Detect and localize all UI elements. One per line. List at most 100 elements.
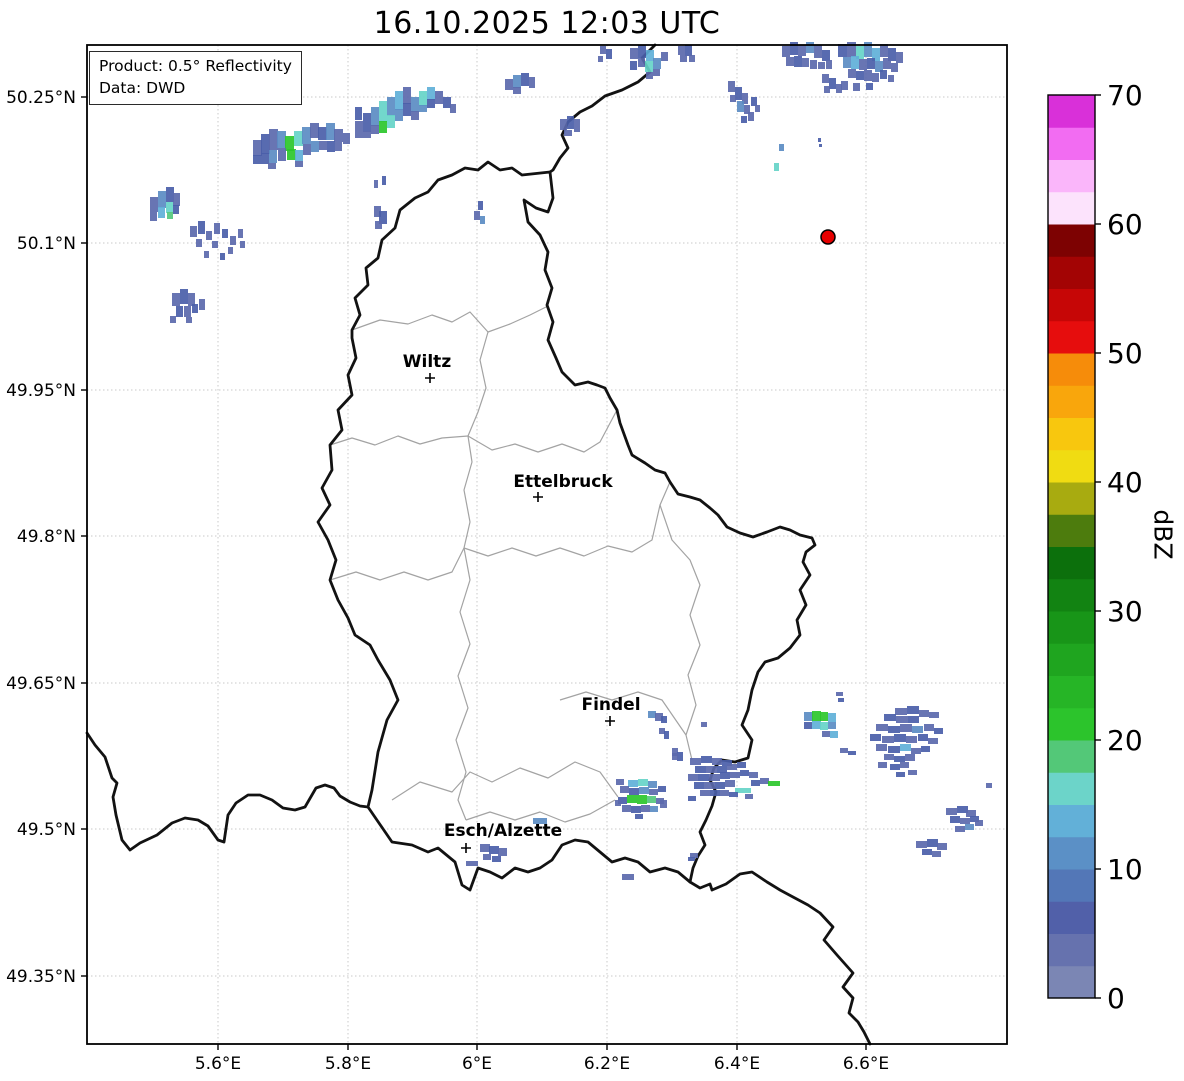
radar-echo-cell bbox=[631, 806, 641, 813]
radar-echo-cell bbox=[720, 790, 729, 796]
radar-echo-cell bbox=[176, 306, 183, 317]
radar-echo-cell bbox=[843, 57, 851, 68]
radar-echo-cell bbox=[798, 45, 806, 56]
radar-echo-cell bbox=[890, 764, 900, 770]
radar-echo-cell bbox=[745, 794, 753, 799]
radar-echo-cell bbox=[689, 55, 695, 62]
radar-echo-cell bbox=[908, 770, 917, 775]
radar-echo-cell bbox=[649, 789, 658, 795]
radar-echo-cell bbox=[802, 58, 809, 67]
y-tick-label: 50.25°N bbox=[6, 88, 76, 108]
radar-echo-cell bbox=[916, 841, 927, 848]
radar-echo-cell bbox=[701, 722, 707, 727]
colorbar-band bbox=[1048, 901, 1095, 934]
radar-echo-cell bbox=[880, 70, 887, 79]
radar-echo-cell bbox=[598, 56, 603, 62]
radar-echo-cell bbox=[740, 770, 749, 776]
colorbar-band bbox=[1048, 740, 1095, 773]
radar-echo-cell bbox=[638, 779, 648, 786]
radar-echo-cell bbox=[450, 104, 456, 113]
radar-echo-cell bbox=[150, 197, 158, 212]
radar-echo-cell bbox=[403, 103, 411, 116]
radar-echo-cell bbox=[932, 851, 941, 857]
radar-echo-cell bbox=[395, 91, 403, 110]
radar-echo-cell bbox=[856, 71, 864, 80]
city-marker bbox=[533, 492, 543, 502]
radar-echo-cell bbox=[629, 788, 639, 795]
radar-echo-cell bbox=[653, 58, 661, 69]
radar-echo-cell bbox=[918, 734, 928, 741]
radar-echo-cell bbox=[921, 746, 930, 752]
colorbar-band bbox=[1048, 934, 1095, 967]
axis-ticks: 5.6°E5.8°E6°E6.2°E6.4°E6.6°E50.25°N50.1°… bbox=[6, 88, 889, 1074]
radar-echo-cell bbox=[965, 824, 974, 830]
radar-echo-cell bbox=[648, 781, 657, 788]
radar-echo-cell bbox=[730, 772, 740, 778]
radar-echo-cell bbox=[688, 857, 695, 861]
radar-echo-cell bbox=[513, 87, 521, 94]
radar-echo-cell bbox=[960, 818, 970, 824]
radar-echo-cell bbox=[600, 46, 606, 54]
radar-echo-cell bbox=[199, 299, 205, 310]
radar-echo-cell bbox=[192, 304, 198, 313]
radar-echo-cell bbox=[876, 744, 887, 751]
radar-echo-cell bbox=[830, 731, 838, 738]
radar-echo-cell bbox=[848, 751, 856, 755]
radar-echo-cell bbox=[303, 144, 311, 155]
radar-echo-cell bbox=[866, 83, 873, 90]
radar-echo-cell bbox=[896, 716, 908, 723]
radar-echo-cell bbox=[638, 45, 646, 58]
radar-echo-cell bbox=[287, 149, 296, 160]
radar-echo-cell bbox=[294, 131, 303, 146]
radar-echo-cell bbox=[859, 59, 867, 70]
radar-echo-cell bbox=[635, 814, 643, 819]
radar-echo-cell bbox=[387, 97, 395, 116]
radar-echo-cell bbox=[912, 726, 923, 733]
radar-echo-cell bbox=[630, 48, 638, 59]
radar-echo-cell bbox=[937, 843, 947, 850]
radar-echo-cell bbox=[653, 69, 660, 76]
radar-echo-cell bbox=[375, 221, 382, 229]
radar-echo-cell bbox=[639, 787, 649, 794]
radar-echo-cell bbox=[704, 782, 715, 789]
radar-echo-cell bbox=[170, 316, 176, 323]
radar-echo-cell bbox=[166, 187, 174, 202]
radar-echo-cell bbox=[660, 800, 667, 808]
radar-echo-cell bbox=[606, 49, 612, 59]
radar-echo-cell bbox=[658, 786, 666, 792]
radar-echo-cell bbox=[371, 107, 379, 126]
radar-echo-cell bbox=[198, 221, 205, 234]
city-label: Esch/Alzette bbox=[444, 821, 562, 841]
radar-echo-cell bbox=[166, 202, 173, 213]
radar-echo-cell bbox=[180, 289, 188, 304]
radar-echo-cell bbox=[379, 101, 387, 122]
radar-echo-cell bbox=[335, 142, 342, 151]
colorbar-band bbox=[1048, 676, 1095, 709]
belgium-france-border bbox=[87, 733, 368, 850]
product-info-line2: Data: DWD bbox=[99, 78, 292, 100]
radar-echo-cell bbox=[698, 774, 709, 781]
radar-echo-cell bbox=[824, 86, 830, 93]
graticule-grid bbox=[87, 45, 1007, 1044]
radar-echo-cell bbox=[814, 45, 822, 58]
x-tick-label: 6.6°E bbox=[843, 1054, 889, 1074]
radar-echo-cell bbox=[822, 50, 830, 61]
radar-echo-cell bbox=[729, 792, 738, 797]
radar-echo-cell bbox=[919, 710, 929, 717]
radar-echo-cell bbox=[888, 75, 894, 82]
radar-echo-cell bbox=[302, 127, 311, 144]
radar-echo-cell bbox=[768, 781, 780, 786]
radar-echo-cell bbox=[622, 805, 631, 812]
radar-echo-cell bbox=[574, 119, 580, 132]
radar-echo-cell bbox=[950, 816, 960, 823]
colorbar-unit-label: dBZ bbox=[1149, 509, 1178, 559]
radar-echo-cell bbox=[688, 774, 698, 781]
radar-echo-cell bbox=[172, 293, 180, 306]
radar-echo-cell bbox=[672, 753, 678, 760]
radar-echo-cell bbox=[285, 136, 294, 151]
radar-echo-cell bbox=[735, 87, 742, 100]
radar-echo-cell bbox=[880, 44, 888, 57]
radar-echo-cell bbox=[838, 698, 844, 702]
radar-echo-cell bbox=[427, 87, 435, 100]
radar-echo-cell bbox=[220, 253, 225, 260]
